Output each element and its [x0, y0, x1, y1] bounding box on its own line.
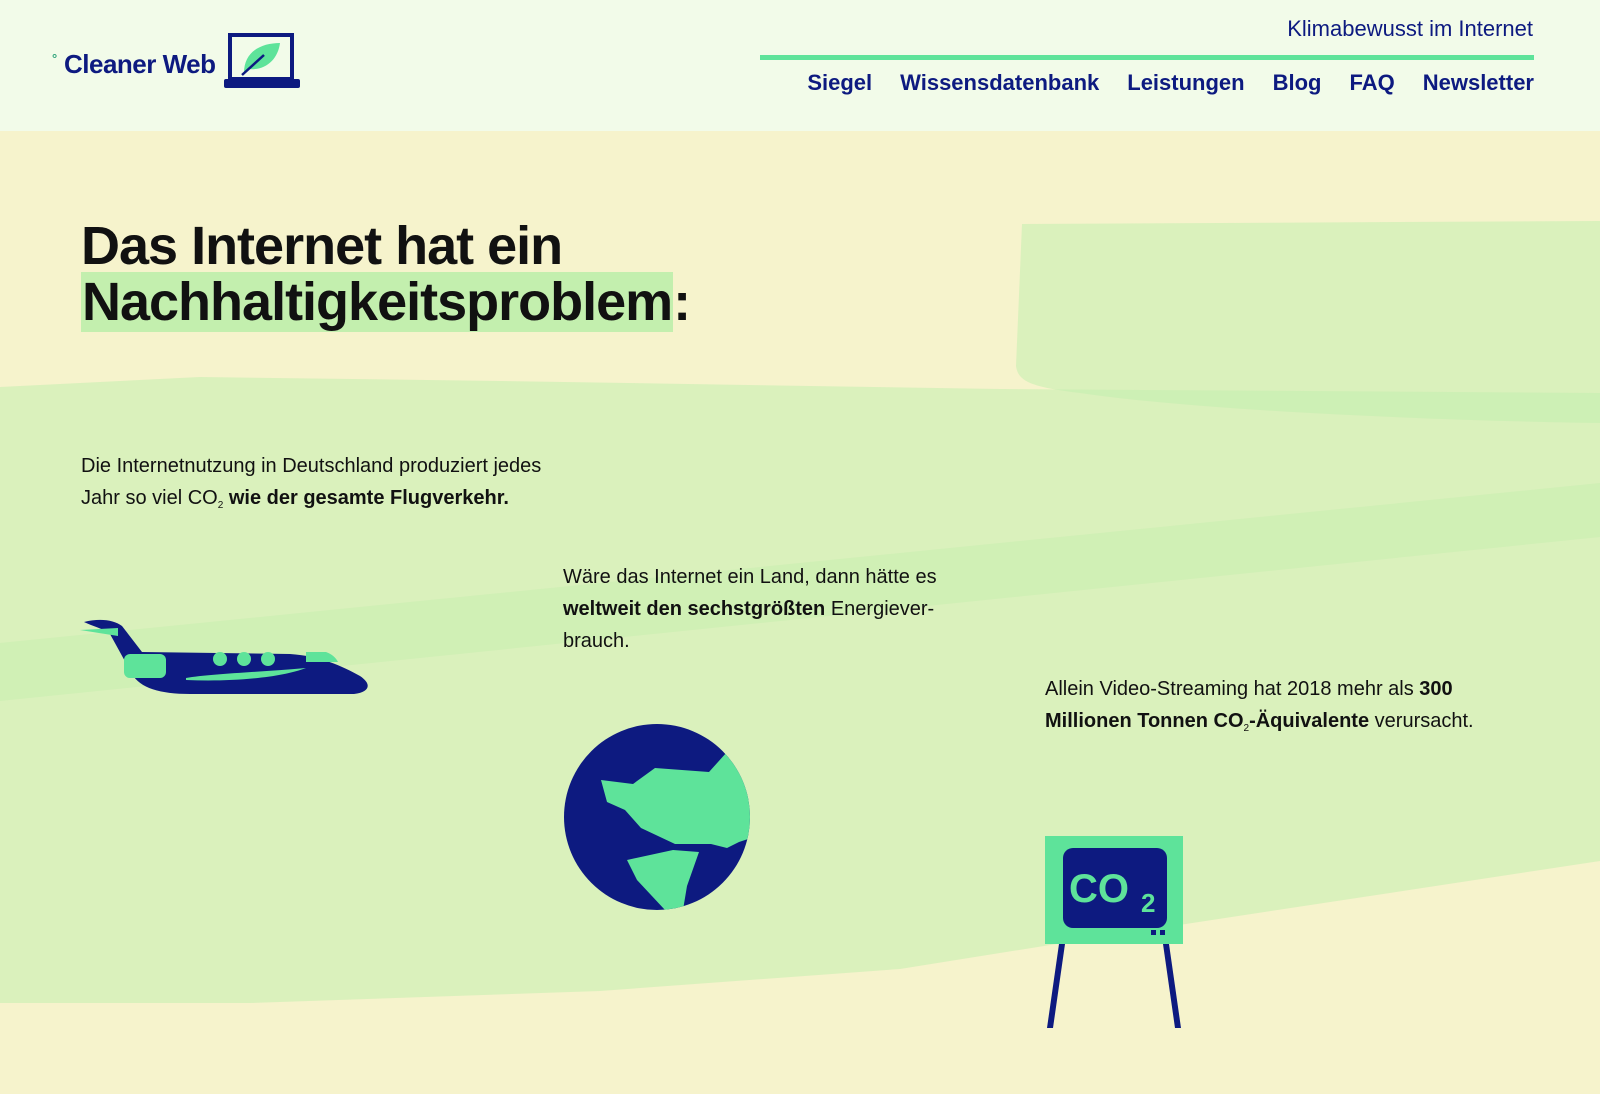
tagline: Klimabewusst im Internet	[1287, 16, 1533, 41]
fact-2-text: Wäre das Internet ein Land, dann hätte e…	[563, 566, 937, 588]
fact-globe-text: Wäre das Internet ein Land, dann hätte e…	[563, 561, 983, 657]
globe-icon	[563, 724, 753, 915]
nav-blog[interactable]: Blog	[1273, 70, 1322, 96]
title-line-1: Das Internet hat ein	[81, 216, 563, 276]
nav-accent-bar	[760, 55, 1534, 60]
fact-1-bold: wie der gesamte Flugverkehr.	[228, 487, 509, 509]
fact-streaming-text: Allein Video-Streaming hat 2018 mehr als…	[1045, 673, 1515, 737]
laptop-leaf-icon	[223, 32, 300, 96]
fact-1-sub: 2	[217, 500, 224, 511]
nav-faq[interactable]: FAQ	[1349, 70, 1394, 96]
tv-screen-text: CO	[1069, 867, 1129, 911]
site-logo[interactable]: ° Cleaner Web	[52, 32, 300, 96]
tv-co2-icon: CO 2	[1045, 836, 1183, 1033]
main-nav: Siegel Wissensdatenbank Leistungen Blog …	[807, 70, 1534, 96]
site-header: ° Cleaner Web Klimabewusst im Internet S…	[0, 0, 1600, 131]
page-title: Das Internet hat ein Nachhaltigkeitsprob…	[81, 216, 691, 332]
fact-airplane-text: Die Internetnutzung in Deutschland produ…	[81, 450, 551, 514]
fact-3-bold-end: -Äquivalente	[1249, 710, 1370, 732]
nav-wissensdatenbank[interactable]: Wissensdatenbank	[900, 70, 1099, 96]
fact-3-text: Allein Video-Streaming hat 2018 mehr als	[1045, 678, 1414, 700]
logo-text: Cleaner Web	[64, 48, 216, 79]
logo-degree-mark: °	[52, 51, 58, 66]
tv-screen-sub: 2	[1141, 888, 1155, 918]
title-colon: :	[673, 272, 691, 332]
fact-3-text-end: verursacht.	[1374, 710, 1474, 732]
nav-siegel[interactable]: Siegel	[807, 70, 872, 96]
airplane-icon	[80, 612, 376, 703]
title-highlight: Nachhaltigkeitsproblem	[81, 272, 673, 332]
nav-leistungen[interactable]: Leistungen	[1127, 70, 1244, 96]
fact-2-bold: weltweit den sechstgrößten	[563, 598, 826, 620]
nav-newsletter[interactable]: Newsletter	[1423, 70, 1534, 96]
